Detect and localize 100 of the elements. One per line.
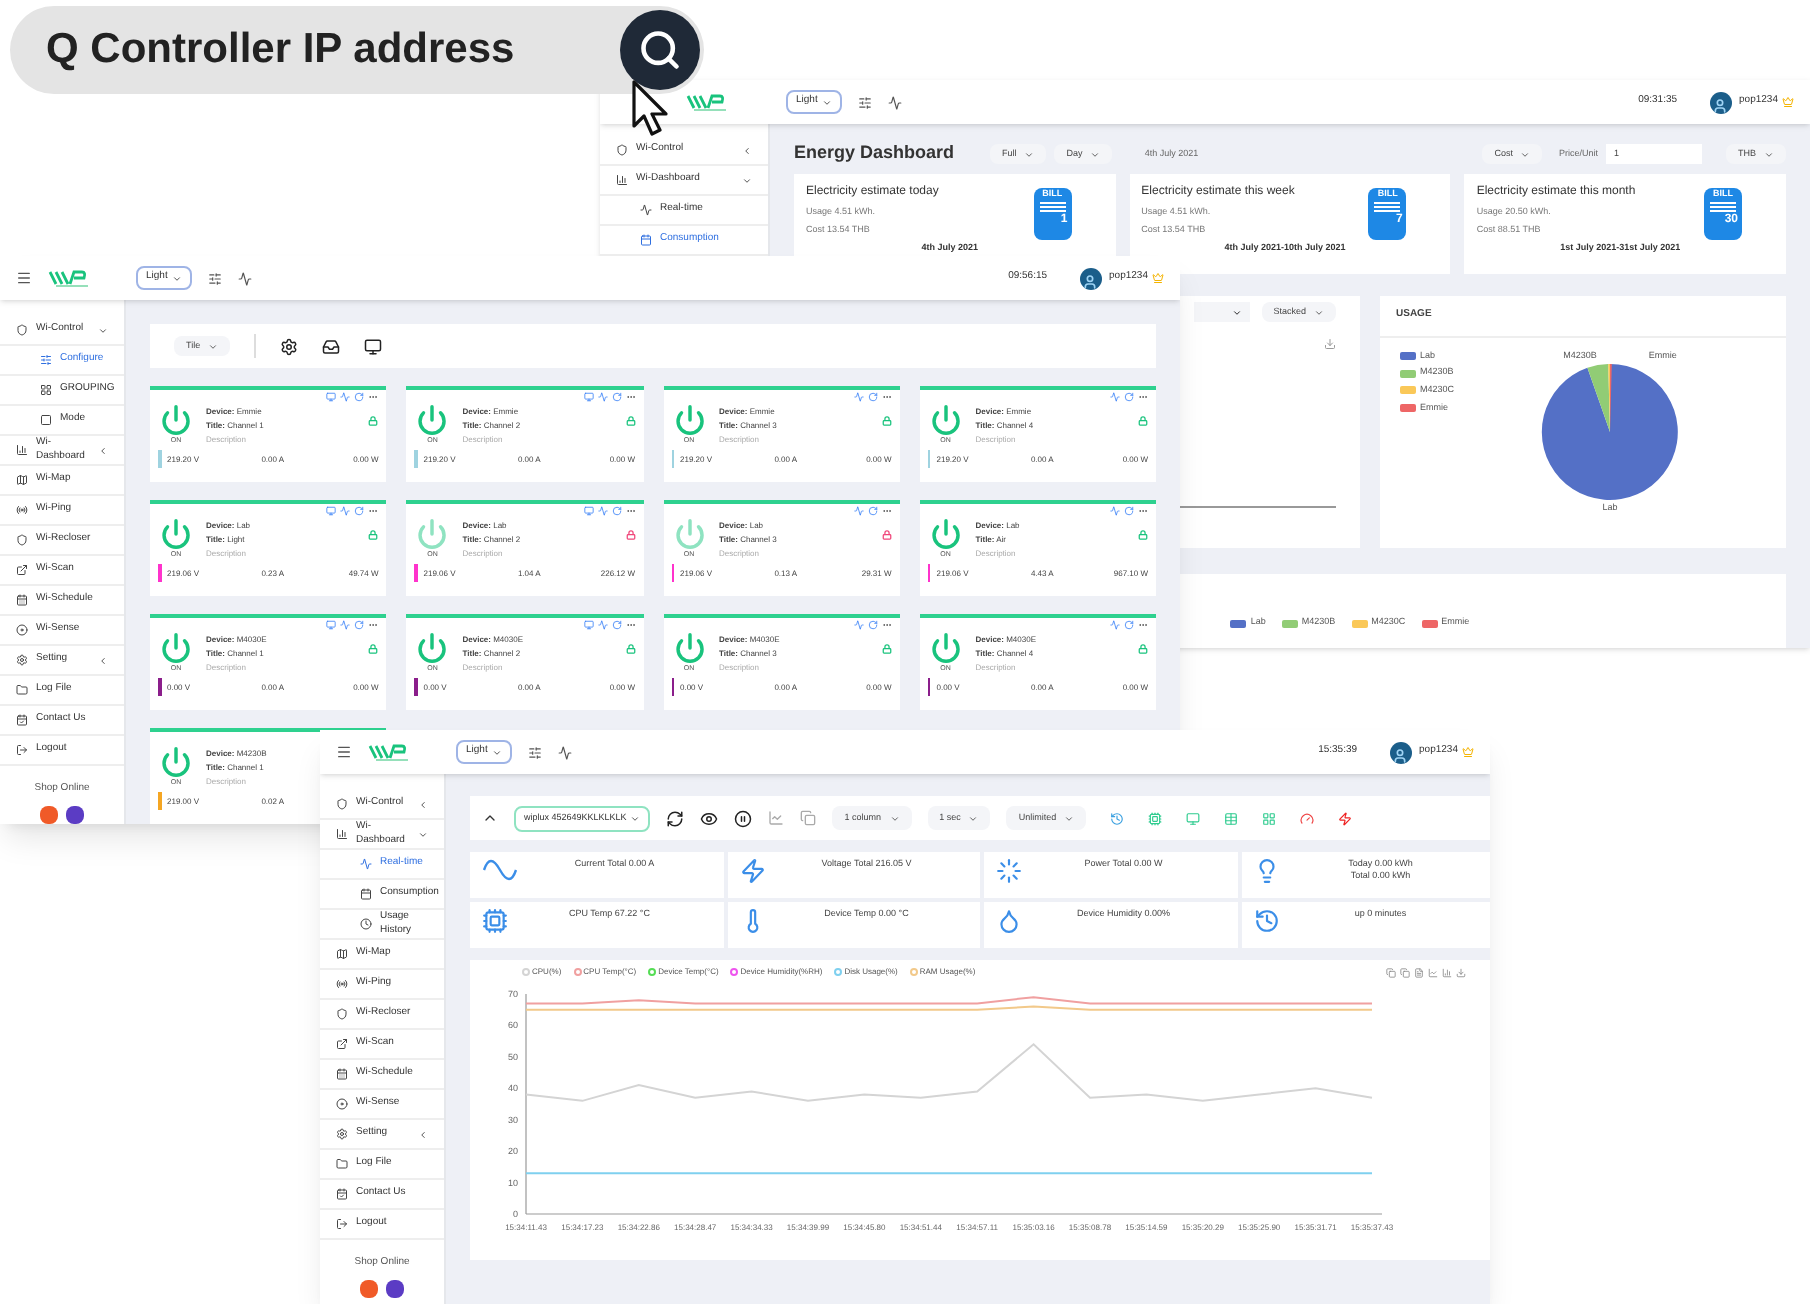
logout-icon <box>336 1218 348 1230</box>
inbox-icon[interactable] <box>322 337 341 355</box>
disc-icon <box>16 624 28 636</box>
caret-icon <box>968 813 979 823</box>
power-button[interactable] <box>929 632 962 664</box>
chip-icon[interactable] <box>1148 811 1163 825</box>
sine-wave-icon <box>482 858 518 882</box>
caret-icon <box>1090 149 1101 159</box>
history-icon[interactable] <box>1110 811 1125 825</box>
settings-icon <box>336 1128 348 1140</box>
calendar-icon <box>360 888 372 900</box>
lock-icon[interactable] <box>625 530 635 540</box>
lightning-icon <box>739 858 765 884</box>
lock-icon[interactable] <box>881 416 892 426</box>
activity-icon <box>640 204 652 216</box>
logo-icon <box>686 92 730 112</box>
folder-icon <box>336 1158 348 1170</box>
square-icon <box>40 414 52 426</box>
bar-chart-icon <box>336 828 348 840</box>
avatar[interactable] <box>1709 91 1732 113</box>
gauge-icon[interactable] <box>1300 811 1315 825</box>
collapse-icon[interactable] <box>482 810 498 826</box>
lock-icon[interactable] <box>368 530 379 540</box>
eye-icon[interactable] <box>700 809 719 827</box>
lightning-icon[interactable] <box>1338 811 1353 825</box>
calendar-icon <box>16 714 28 726</box>
map-icon <box>336 948 348 960</box>
menu-icon[interactable] <box>16 270 32 286</box>
search-icon <box>620 10 700 90</box>
activity-icon[interactable] <box>887 95 902 109</box>
grid-icon[interactable] <box>1262 811 1277 825</box>
lock-icon[interactable] <box>1138 530 1148 540</box>
signal-icon <box>336 978 348 990</box>
power-button[interactable] <box>416 404 449 436</box>
shield-icon <box>16 534 28 546</box>
power-button[interactable] <box>929 518 962 550</box>
power-button[interactable] <box>673 632 705 664</box>
menu-icon[interactable] <box>336 744 352 760</box>
crown-icon <box>1462 746 1474 758</box>
avatar[interactable] <box>1389 741 1412 763</box>
caret-icon <box>1314 307 1324 317</box>
download-icon[interactable] <box>1456 967 1466 977</box>
clock-icon <box>1253 908 1279 934</box>
sliders-icon[interactable] <box>527 745 542 759</box>
page-title: Energy Dashboard <box>794 140 955 167</box>
caret-icon <box>1520 149 1531 159</box>
sliders-icon[interactable] <box>857 95 872 109</box>
grid-icon <box>40 384 52 396</box>
lock-icon[interactable] <box>368 416 379 426</box>
lock-icon[interactable] <box>625 416 635 426</box>
chart-icon[interactable] <box>768 810 785 826</box>
monitor-icon[interactable] <box>364 337 383 355</box>
power-button[interactable] <box>416 518 449 550</box>
lock-icon[interactable] <box>368 644 379 654</box>
clock-icon <box>360 918 372 930</box>
sliders-icon <box>40 354 52 366</box>
settings-icon[interactable] <box>280 337 299 355</box>
chart-icon[interactable] <box>1428 967 1438 977</box>
power-button[interactable] <box>416 632 449 664</box>
settings-icon <box>16 654 28 666</box>
bar-chart-icon[interactable] <box>1442 967 1452 977</box>
logo-icon <box>48 268 92 288</box>
caret-icon <box>630 813 641 823</box>
pause-icon[interactable] <box>734 809 753 827</box>
bar-chart-icon <box>616 174 628 186</box>
refresh-icon[interactable] <box>666 809 685 827</box>
disc-icon <box>336 1098 348 1110</box>
power-button[interactable] <box>160 404 192 436</box>
copy-icon[interactable] <box>1400 967 1410 977</box>
lock-icon[interactable] <box>881 530 892 540</box>
signal-icon <box>16 504 28 516</box>
power-button[interactable] <box>160 746 192 778</box>
caret-icon <box>821 97 832 107</box>
lock-icon[interactable] <box>1138 416 1148 426</box>
caret-icon <box>171 273 182 283</box>
folder-icon <box>16 684 28 696</box>
activity-icon[interactable] <box>237 271 252 285</box>
avatar[interactable] <box>1079 267 1102 289</box>
copy-icon[interactable] <box>800 810 817 826</box>
shield-icon <box>336 798 348 810</box>
power-button[interactable] <box>673 518 705 550</box>
copy-icon[interactable] <box>1386 967 1396 977</box>
document-icon[interactable] <box>1414 967 1424 977</box>
power-button[interactable] <box>160 632 192 664</box>
lock-icon[interactable] <box>881 644 892 654</box>
caret-icon <box>1231 307 1242 317</box>
activity-icon[interactable] <box>557 745 572 759</box>
caret-icon <box>208 341 219 351</box>
table-icon[interactable] <box>1224 811 1239 825</box>
shield-icon <box>336 1008 348 1020</box>
lightbulb-icon <box>1253 858 1279 884</box>
chip-icon <box>482 908 508 934</box>
sliders-icon[interactable] <box>207 271 222 285</box>
download-icon[interactable] <box>1324 338 1336 350</box>
lock-icon[interactable] <box>625 644 635 654</box>
power-button[interactable] <box>929 404 962 436</box>
lock-icon[interactable] <box>1138 644 1148 654</box>
power-button[interactable] <box>673 404 705 436</box>
power-button[interactable] <box>160 518 192 550</box>
calendar-icon <box>336 1068 348 1080</box>
